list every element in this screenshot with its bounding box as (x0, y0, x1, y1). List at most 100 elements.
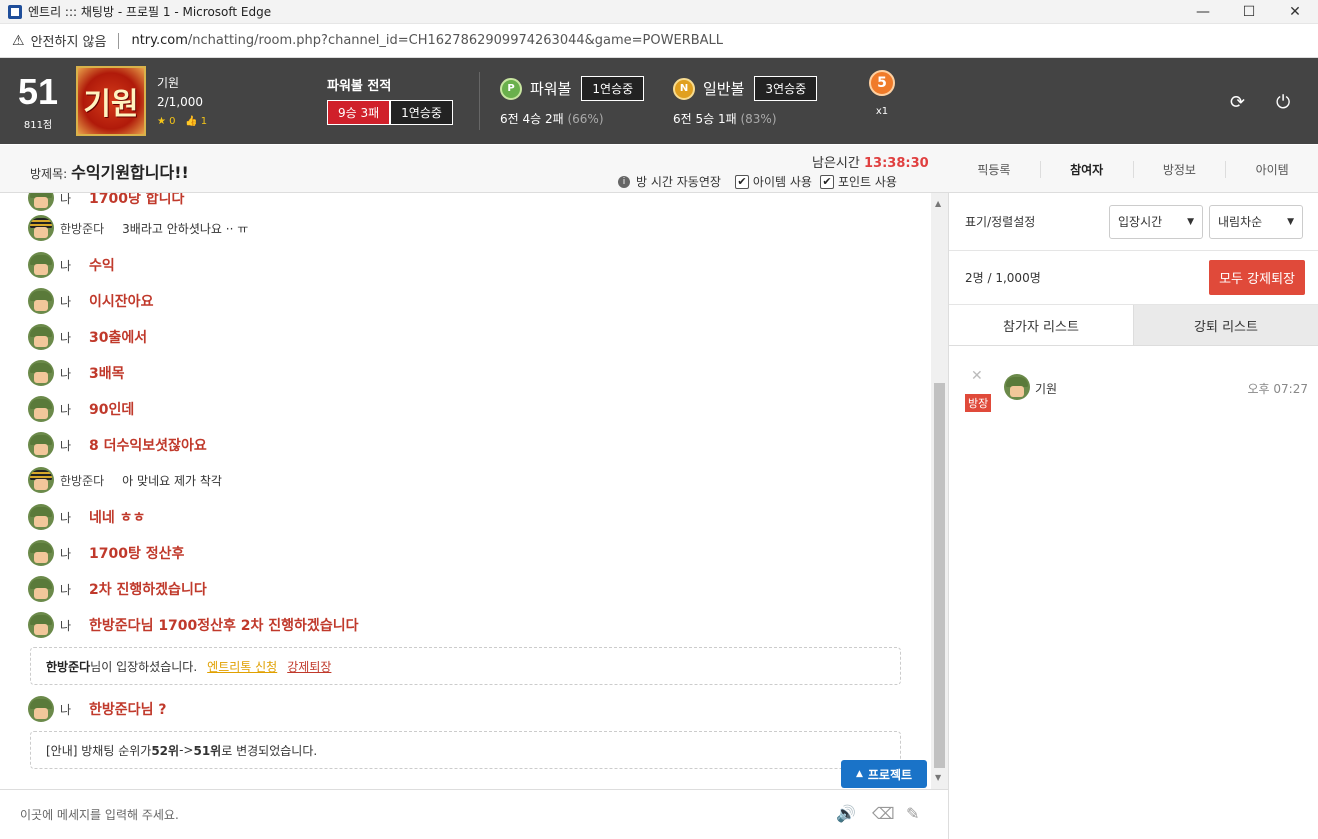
refresh-icon[interactable]: ⟳ (1230, 92, 1245, 113)
item-use-checkbox[interactable]: ✔ (734, 174, 749, 189)
right-tabs: 픽등록 참여자 방정보 아이템 (948, 145, 1318, 193)
power-icon[interactable]: ⏻ (1276, 92, 1290, 113)
message-sender: 나 (60, 438, 72, 453)
participant-count-row: 2명 / 1,000명 모두 강제퇴장 (949, 251, 1318, 305)
message-sender: 한방준다 (60, 473, 105, 488)
room-header: 51 811점 기원 기원 2/1,000 ★ 0 👍 1 파워볼 전적 9승 … (0, 58, 1318, 144)
like-count: 1 (200, 116, 208, 127)
room-subbar: 방제목: 수익기원합니다!! 남은시간 13:38:30 i 방 시간 자동연장 … (0, 145, 1318, 193)
tab-kicked-list[interactable]: 강퇴 리스트 (1134, 305, 1318, 345)
logo-text: 기원 (83, 87, 139, 122)
window-titlebar: 엔트리 ::: 채팅방 - 프로필 1 - Microsoft Edge — ☐… (0, 0, 1318, 24)
message-sender: 나 (60, 366, 72, 381)
force-kick-link[interactable]: 강제퇴장 (287, 658, 331, 675)
message-sender: 나 (60, 582, 72, 597)
record-win-loss: 9승 3패 (327, 100, 391, 125)
tab-participants[interactable]: 참여자 (1041, 160, 1134, 178)
speaker-icon[interactable]: 🔊 (836, 804, 856, 823)
sort-order-select[interactable]: 내림차순 ▼ (1209, 204, 1303, 239)
magic-wand-icon[interactable]: ✎ (906, 804, 919, 823)
avatar (1004, 374, 1030, 400)
kick-all-button[interactable]: 모두 강제퇴장 (1209, 260, 1305, 295)
powerball-streak: 1연승중 (581, 76, 645, 101)
maximize-button[interactable]: ☐ (1226, 0, 1272, 24)
window-title: 엔트리 ::: 채팅방 - 프로필 1 - Microsoft Edge (28, 5, 272, 19)
rank-arrow: -> (179, 743, 194, 757)
sort-by-value: 입장시간 (1118, 215, 1163, 229)
powerball-icon: P (500, 77, 522, 100)
room-options: i 방 시간 자동연장 ✔ 아이템 사용 ✔ 포인트 사용 (618, 173, 897, 190)
timer-label: 남은시간 (812, 156, 860, 171)
eraser-icon[interactable]: ⌫ (872, 804, 895, 823)
scroll-up-icon[interactable]: ▲ (935, 199, 941, 208)
tab-participant-list[interactable]: 참가자 리스트 (949, 305, 1134, 345)
message-text: 3배라고 안하셧나요 ·· ㅠ (122, 221, 249, 236)
message-text: 1700탕 정산후 (89, 546, 185, 562)
warning-icon[interactable]: ⚠ (12, 33, 25, 49)
remaining-time: 남은시간 13:38:30 (812, 152, 929, 171)
tab-room-info[interactable]: 방정보 (1134, 160, 1227, 178)
url-text[interactable]: ntry.com/nchatting/room.php?channel_id=C… (131, 33, 723, 48)
header-divider (479, 72, 480, 130)
protect-button[interactable]: ▲ 프로젝트 (841, 760, 927, 788)
chat-message: 나 이시잔아요 (28, 288, 153, 314)
record-label: 파워볼 전적 (327, 79, 392, 94)
normalball-stat: N 일반볼 3연승중 6전 5승 1패 (83%) (673, 76, 818, 127)
room-logo: 기원 (76, 66, 146, 136)
message-sender: 나 (60, 294, 72, 309)
chat-message: 나 수익 (28, 252, 115, 278)
sort-by-select[interactable]: 입장시간 ▼ (1109, 204, 1203, 239)
host-badge: 방장 (965, 394, 992, 412)
message-sender: 나 (60, 510, 72, 525)
message-sender: 나 (60, 618, 72, 633)
message-input-bar: 🔊 ⌫ ✎ (0, 789, 948, 839)
pin-icon[interactable]: ✕ (971, 368, 983, 384)
participant-row[interactable]: ✕ 방장 기원 오후 07:27 (949, 346, 1318, 412)
address-bar[interactable]: ⚠ 안전하지 않음 ntry.com/nchatting/room.php?ch… (0, 24, 1318, 58)
chat-area[interactable]: 나 1700당 합니다 한방준다 3배라고 안하셧나요 ·· ㅠ 나 수익 나 … (0, 193, 931, 789)
chat-message: 나 한방준다님 ? (28, 696, 166, 722)
auto-extend-label: 방 시간 자동연장 (636, 175, 721, 189)
close-button[interactable]: ✕ (1272, 0, 1318, 24)
insecure-label[interactable]: 안전하지 않음 (31, 31, 107, 50)
scroll-thumb[interactable] (934, 383, 945, 768)
normalball-icon: N (673, 77, 695, 100)
avatar (28, 288, 54, 314)
caret-up-icon: ▲ (855, 769, 863, 779)
chevron-down-icon: ▼ (1187, 216, 1194, 227)
normalball-pct: (83%) (740, 112, 777, 126)
info-icon[interactable]: i (618, 175, 630, 188)
record-streak: 1연승중 (390, 100, 453, 125)
powerball-stat-text: 6전 4승 2패 (500, 112, 564, 126)
message-sender: 나 (60, 402, 72, 417)
tab-pick-register[interactable]: 픽등록 (948, 160, 1041, 178)
message-input[interactable] (20, 804, 800, 826)
chevron-down-icon: ▼ (1287, 216, 1294, 227)
rank-points: 811점 (23, 120, 53, 131)
tab-items[interactable]: 아이템 (1226, 161, 1318, 178)
address-divider (118, 32, 120, 49)
message-sender: 나 (60, 258, 72, 273)
chat-message: 한방준다 아 맞네요 제가 착각 (28, 467, 222, 493)
avatar (28, 324, 54, 350)
avatar (28, 252, 54, 278)
avatar (28, 504, 54, 530)
sort-order-value: 내림차순 (1218, 215, 1263, 229)
entry-notice: 한방준다 님이 입장하셨습니다. 엔트리톡 신청 강제퇴장 (30, 647, 901, 685)
entrytalk-request-link[interactable]: 엔트리톡 신청 (207, 658, 277, 675)
powerball-stat: P 파워볼 1연승중 6전 4승 2패 (66%) (500, 76, 645, 127)
participants-panel: 표기/정렬설정 입장시간 ▼ 내림차순 ▼ 2명 / 1,000명 모두 강제퇴장 … (948, 193, 1318, 839)
medal-count: x1 (875, 106, 889, 117)
chat-scrollbar[interactable]: ▲ ▼ (931, 193, 948, 789)
point-use-checkbox[interactable]: ✔ (819, 174, 834, 189)
avatar (28, 193, 54, 211)
minimize-button[interactable]: — (1180, 0, 1226, 24)
protect-label: 프로젝트 (867, 767, 913, 782)
participant-name: 기원 (1035, 382, 1058, 396)
owner-info: 기원 2/1,000 ★ 0 👍 1 (157, 74, 207, 131)
scroll-down-icon[interactable]: ▼ (935, 773, 941, 782)
powerball-pct: (66%) (567, 112, 604, 126)
rank-number: 51 (17, 71, 59, 112)
item-use-label: 아이템 사용 (752, 175, 812, 189)
chat-message: 한방준다 3배라고 안하셧나요 ·· ㅠ (28, 215, 248, 241)
